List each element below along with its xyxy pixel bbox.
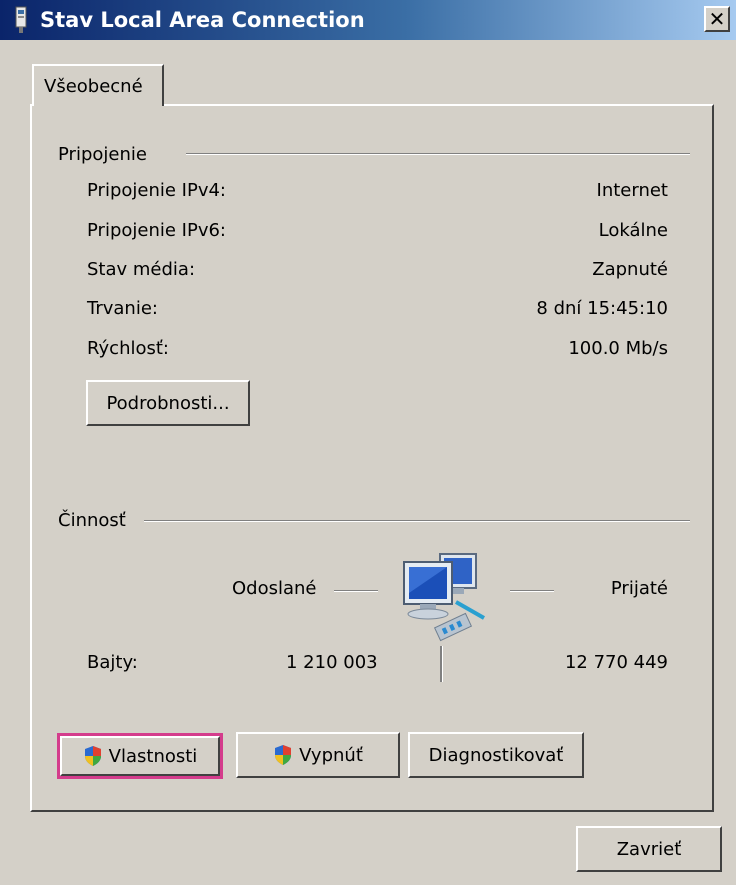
- tab-label: Všeobecné: [44, 76, 143, 97]
- properties-button[interactable]: Vlastnosti: [57, 733, 223, 779]
- properties-button-label: Vlastnosti: [108, 745, 198, 767]
- bytes-sent-value: 1 210 003: [286, 652, 378, 673]
- title-bar[interactable]: Stav Local Area Connection ✕: [0, 0, 736, 40]
- activity-group-title: Činnosť: [58, 510, 134, 531]
- diagnose-button-label: Diagnostikovať: [428, 744, 564, 766]
- status-window: Stav Local Area Connection ✕ Všeobecné P…: [0, 0, 736, 885]
- close-button[interactable]: Zavrieť: [576, 826, 722, 872]
- divider: [186, 153, 690, 155]
- details-button-label: Podrobnosti...: [106, 392, 230, 414]
- diagnose-button[interactable]: Diagnostikovať: [408, 732, 584, 778]
- ipv4-value: Internet: [596, 180, 668, 201]
- media-state-label: Stav média:: [87, 259, 196, 280]
- connection-group-title: Pripojenie: [58, 144, 155, 165]
- ipv6-label: Pripojenie IPv6:: [87, 220, 226, 241]
- ipv4-label: Pripojenie IPv4:: [87, 180, 226, 201]
- shield-icon: [275, 745, 292, 765]
- duration-label: Trvanie:: [87, 298, 158, 319]
- bytes-received-value: 12 770 449: [564, 652, 668, 673]
- details-button[interactable]: Podrobnosti...: [86, 380, 250, 426]
- network-adapter-icon: [15, 6, 27, 33]
- shield-icon: [84, 746, 101, 766]
- ipv6-value: Lokálne: [598, 220, 668, 241]
- tab-general[interactable]: Všeobecné: [32, 64, 164, 106]
- disable-button[interactable]: Vypnúť: [236, 732, 400, 778]
- sent-line: [334, 590, 378, 592]
- network-computers-icon: [403, 553, 485, 642]
- disable-button-label: Vypnúť: [299, 744, 363, 766]
- received-label: Prijaté: [610, 578, 668, 599]
- speed-value: 100.0 Mb/s: [568, 338, 668, 359]
- speed-label: Rýchlosť:: [87, 338, 169, 359]
- bytes-label: Bajty:: [87, 652, 138, 673]
- tab-panel: [30, 104, 714, 812]
- sent-label: Odoslané: [232, 578, 317, 599]
- bytes-separator: [440, 646, 443, 682]
- close-button-label: Zavrieť: [616, 838, 682, 860]
- media-state-value: Zapnuté: [592, 259, 668, 280]
- divider: [144, 520, 690, 522]
- window-title: Stav Local Area Connection: [40, 8, 365, 32]
- duration-value: 8 dní 15:45:10: [536, 298, 668, 319]
- received-line: [510, 590, 554, 592]
- close-icon[interactable]: ✕: [704, 6, 730, 32]
